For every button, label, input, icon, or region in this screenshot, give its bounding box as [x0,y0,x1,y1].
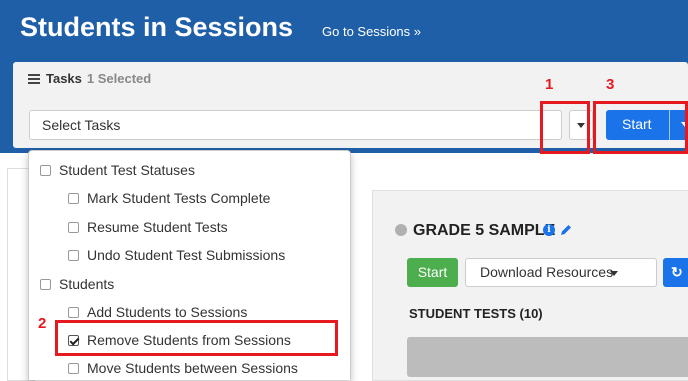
checkbox-icon[interactable] [68,307,79,318]
download-resources-button[interactable]: Download Resources [465,258,657,287]
menu-item-resume-student-tests[interactable]: Resume Student Tests [68,216,228,238]
tasks-heading: Tasks 1 Selected [28,71,151,86]
menu-item-label: Move Students between Sessions [87,360,298,376]
menu-item-label: Undo Student Test Submissions [87,247,286,263]
menu-item-label: Mark Student Tests Complete [87,190,271,206]
chevron-down-icon [610,271,618,276]
annotation-box-2 [55,320,338,356]
checkbox-icon[interactable] [40,279,51,290]
student-tests-heading: STUDENT TESTS (10) [409,306,543,321]
table-header-bar [407,337,688,377]
tasks-selected-count: 1 Selected [86,71,152,86]
menu-item-label: Students [59,276,115,292]
annotation-number-1: 1 [545,76,554,93]
annotation-box-1 [540,101,590,154]
page-title: Students in Sessions [20,12,294,42]
menu-item-label: Student Test Statuses [59,162,195,178]
menu-item-students[interactable]: Students [40,273,114,295]
session-panel: GRADE 5 SAMPLE i Start Download Resource… [372,190,688,381]
session-title: GRADE 5 SAMPLE [413,222,556,239]
refresh-button[interactable]: ↻ [663,258,688,287]
menu-item-student-test-statuses[interactable]: Student Test Statuses [40,159,195,181]
annotation-number-3: 3 [606,76,615,93]
annotation-box-3 [593,101,688,154]
go-to-sessions-link[interactable]: Go to Sessions » [322,24,421,39]
pencil-icon[interactable] [559,223,573,237]
menu-item-label: Add Students to Sessions [87,304,248,320]
download-resources-label: Download Resources [480,264,614,280]
info-icon[interactable]: i [543,224,555,236]
menu-item-mark-student-tests-complete[interactable]: Mark Student Tests Complete [68,187,270,209]
checkbox-icon[interactable] [68,222,79,233]
checkbox-icon[interactable] [68,250,79,261]
menu-item-move-students-between-sessions[interactable]: Move Students between Sessions [68,357,298,379]
refresh-icon: ↻ [671,264,683,280]
checkbox-icon[interactable] [68,193,79,204]
menu-icon [28,74,40,84]
session-start-button[interactable]: Start [407,258,458,287]
checkbox-icon[interactable] [68,363,79,374]
menu-item-undo-student-test-submissions[interactable]: Undo Student Test Submissions [68,244,285,266]
annotation-number-2: 2 [38,315,47,332]
tasks-label: Tasks [46,71,82,86]
status-dot [395,224,407,236]
menu-item-label: Resume Student Tests [87,219,228,235]
checkbox-icon[interactable] [40,165,51,176]
select-tasks-field[interactable]: Select Tasks [29,110,562,140]
